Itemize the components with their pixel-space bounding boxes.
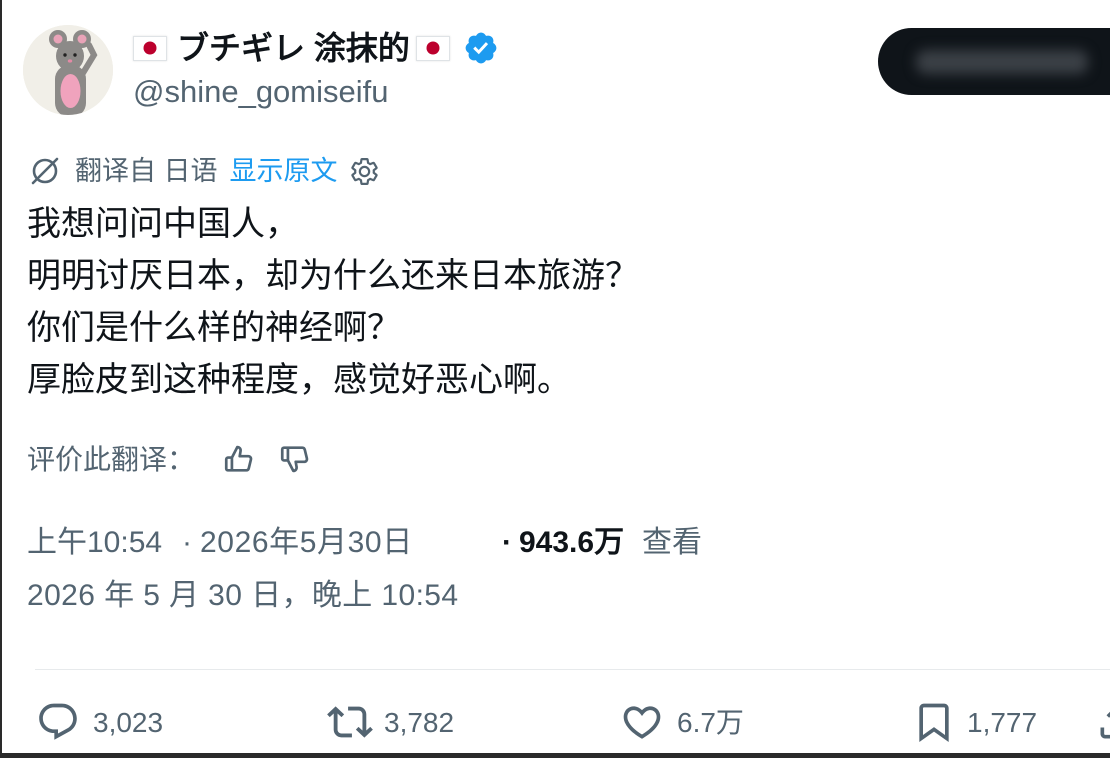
bookmark-count[interactable]: 1,777	[967, 700, 1037, 746]
reply-icon[interactable]	[36, 700, 80, 744]
like-count[interactable]: 6.7万	[677, 700, 744, 746]
tweet-line: 明明讨厌日本，却为什么还来日本旅游？	[27, 257, 639, 295]
post-date[interactable]: 2026年5月30日	[200, 522, 413, 564]
bookmark-icon[interactable]	[912, 700, 956, 744]
avatar[interactable]	[23, 25, 113, 115]
retweet-count[interactable]: 3,782	[384, 700, 454, 746]
user-handle[interactable]: @shine_gomiseifu	[133, 72, 389, 112]
verified-badge-icon	[463, 30, 499, 66]
divider	[35, 669, 1110, 670]
reply-count[interactable]: 3,023	[93, 700, 163, 746]
japan-flag-icon	[133, 35, 167, 61]
display-name[interactable]: ブチギレ 涂抹的	[177, 28, 410, 68]
post-time[interactable]: 上午10:54	[27, 522, 162, 564]
full-datetime: 2026 年 5 月 30 日，晚上 10:54	[27, 579, 459, 612]
translation-row: 翻译自 日语 显示原文	[28, 153, 380, 189]
frame-left-edge	[0, 0, 2, 758]
thumbs-up-icon[interactable]	[222, 442, 256, 476]
views-count[interactable]: 943.6万	[519, 522, 624, 564]
gear-icon[interactable]	[349, 156, 380, 187]
retweet-icon[interactable]	[327, 699, 373, 745]
flag-red-disc	[426, 41, 440, 55]
heart-icon[interactable]	[620, 700, 664, 744]
meta-separator: ·	[502, 526, 512, 559]
tweet-text: 我想问问中国人， 明明讨厌日本，却为什么还来日本旅游？ 你们是什么样的神经啊？ …	[27, 198, 639, 406]
show-original-link[interactable]: 显示原文	[230, 153, 338, 189]
gray-mouse-avatar-icon	[23, 25, 113, 115]
display-name-row[interactable]: ブチギレ 涂抹的	[133, 28, 499, 68]
share-icon[interactable]	[1095, 700, 1110, 744]
translate-icon	[28, 154, 62, 188]
rate-translation-label: 评价此翻译：	[27, 444, 196, 475]
flag-red-disc	[143, 41, 157, 55]
translated-from-label: 翻译自 日语	[75, 156, 218, 186]
views-label[interactable]: 查看	[642, 522, 702, 564]
follow-button[interactable]	[878, 28, 1110, 95]
blurred-button-content	[916, 50, 1088, 74]
thumbs-down-icon[interactable]	[278, 442, 312, 476]
frame-bottom-edge	[0, 753, 1110, 758]
tweet-line: 你们是什么样的神经啊？	[27, 309, 401, 347]
japan-flag-icon	[415, 35, 450, 61]
tweet-line: 我想问问中国人，	[27, 205, 299, 243]
meta-separator: ·	[182, 526, 192, 559]
tweet-line: 厚脸皮到这种程度，感觉好恶心啊。	[27, 361, 571, 399]
